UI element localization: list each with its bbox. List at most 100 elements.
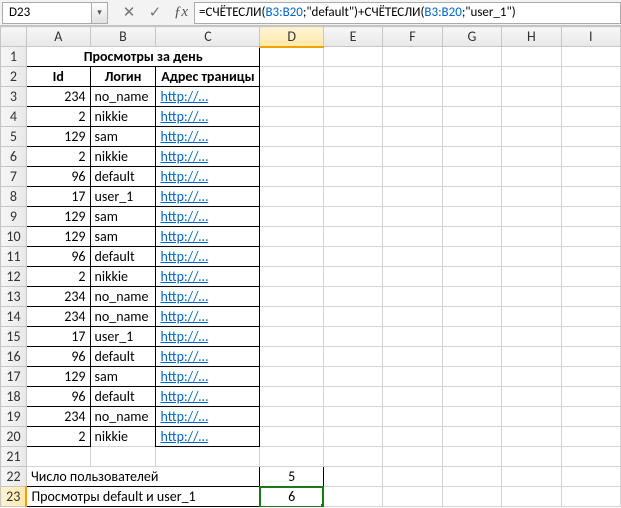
cell[interactable]	[323, 387, 382, 407]
cell-id[interactable]: 234	[26, 407, 90, 427]
cell[interactable]	[383, 127, 442, 147]
cell[interactable]	[383, 387, 442, 407]
cell[interactable]	[260, 187, 323, 207]
row-header[interactable]: 7	[1, 167, 27, 187]
cell-login[interactable]: nikkie	[90, 267, 156, 287]
cell[interactable]	[502, 127, 561, 147]
cell[interactable]	[502, 407, 561, 427]
cell[interactable]	[561, 107, 620, 127]
cell[interactable]	[442, 387, 501, 407]
cell[interactable]	[323, 427, 382, 447]
cell[interactable]	[323, 107, 382, 127]
summary-label-views[interactable]: Просмотры default и user_1	[26, 487, 259, 507]
cell-login[interactable]: nikkie	[90, 107, 156, 127]
cell[interactable]	[442, 487, 501, 507]
cell[interactable]	[260, 447, 323, 467]
cell[interactable]	[502, 367, 561, 387]
cell-login[interactable]: no_name	[90, 307, 156, 327]
cell-login[interactable]: no_name	[90, 287, 156, 307]
cell[interactable]	[323, 487, 382, 507]
cell[interactable]	[323, 247, 382, 267]
cell-id[interactable]: 96	[26, 387, 90, 407]
cell-login[interactable]: default	[90, 387, 156, 407]
col-header-e[interactable]: E	[323, 27, 382, 47]
cell-url[interactable]: http://…	[156, 287, 260, 307]
cell-login[interactable]: sam	[90, 367, 156, 387]
cell[interactable]	[260, 347, 323, 367]
cell[interactable]	[383, 367, 442, 387]
cell[interactable]	[442, 47, 501, 67]
cell[interactable]	[561, 407, 620, 427]
url-link[interactable]: http://…	[160, 228, 208, 245]
cell[interactable]	[260, 167, 323, 187]
cell-url[interactable]: http://…	[156, 187, 260, 207]
cell[interactable]	[502, 227, 561, 247]
cell-id[interactable]: 2	[26, 427, 90, 447]
cell[interactable]	[323, 227, 382, 247]
row-header[interactable]: 15	[1, 327, 27, 347]
cell[interactable]	[442, 67, 501, 87]
cell[interactable]	[442, 87, 501, 107]
cell-login[interactable]: default	[90, 167, 156, 187]
cell[interactable]	[442, 407, 501, 427]
row-header[interactable]: 22	[1, 467, 27, 487]
cell[interactable]	[383, 67, 442, 87]
cell[interactable]	[442, 267, 501, 287]
cell[interactable]	[260, 387, 323, 407]
cell[interactable]	[260, 267, 323, 287]
cell[interactable]	[260, 67, 323, 87]
cell[interactable]	[156, 447, 260, 467]
cell[interactable]	[502, 387, 561, 407]
cell[interactable]	[260, 367, 323, 387]
cell[interactable]	[502, 207, 561, 227]
cell[interactable]	[442, 147, 501, 167]
cell[interactable]	[383, 47, 442, 67]
cell[interactable]	[502, 247, 561, 267]
cell[interactable]	[561, 487, 620, 507]
url-link[interactable]: http://…	[160, 188, 208, 205]
cell[interactable]	[561, 447, 620, 467]
cell[interactable]	[260, 147, 323, 167]
cell[interactable]	[561, 307, 620, 327]
url-link[interactable]: http://…	[160, 348, 208, 365]
row-header[interactable]: 10	[1, 227, 27, 247]
cell[interactable]	[502, 327, 561, 347]
cell[interactable]	[502, 167, 561, 187]
row-header[interactable]: 21	[1, 447, 27, 467]
row-header[interactable]: 17	[1, 367, 27, 387]
cell-id[interactable]: 129	[26, 127, 90, 147]
cell[interactable]	[442, 327, 501, 347]
cell[interactable]	[442, 167, 501, 187]
cell-id[interactable]: 96	[26, 347, 90, 367]
cell-login[interactable]: default	[90, 247, 156, 267]
cell-url[interactable]: http://…	[156, 227, 260, 247]
cell[interactable]	[442, 127, 501, 147]
cell[interactable]	[383, 427, 442, 447]
cell[interactable]	[502, 147, 561, 167]
cell-id[interactable]: 234	[26, 287, 90, 307]
cell[interactable]	[323, 47, 382, 67]
cell[interactable]	[260, 207, 323, 227]
url-link[interactable]: http://…	[160, 308, 208, 325]
row-header[interactable]: 14	[1, 307, 27, 327]
cell-login[interactable]: sam	[90, 127, 156, 147]
url-link[interactable]: http://…	[160, 168, 208, 185]
cell[interactable]	[383, 167, 442, 187]
cell[interactable]	[383, 187, 442, 207]
cell-url[interactable]: http://…	[156, 147, 260, 167]
row-header[interactable]: 9	[1, 207, 27, 227]
cell[interactable]	[260, 247, 323, 267]
cell[interactable]	[502, 347, 561, 367]
cell[interactable]	[561, 147, 620, 167]
cell[interactable]	[502, 187, 561, 207]
cell[interactable]	[323, 307, 382, 327]
select-all-corner[interactable]	[1, 27, 27, 47]
row-header[interactable]: 18	[1, 387, 27, 407]
cell[interactable]	[383, 287, 442, 307]
cell[interactable]	[260, 407, 323, 427]
cell[interactable]	[260, 307, 323, 327]
cell[interactable]	[383, 447, 442, 467]
cell[interactable]	[442, 207, 501, 227]
cell[interactable]	[561, 187, 620, 207]
cell[interactable]	[502, 47, 561, 67]
